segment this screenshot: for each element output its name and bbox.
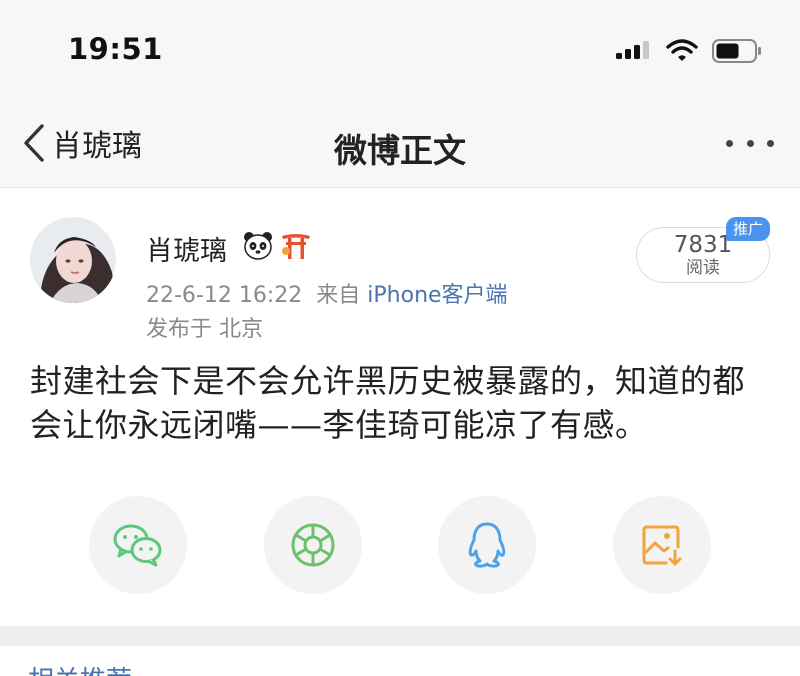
author-badges bbox=[242, 229, 312, 261]
chevron-left-icon bbox=[24, 124, 44, 162]
page-title: 微博正文 bbox=[334, 131, 466, 170]
read-label: 阅读 bbox=[686, 258, 720, 278]
related-title[interactable]: 相关推荐 bbox=[28, 660, 132, 676]
save-image-button[interactable] bbox=[613, 496, 711, 594]
save-image-icon bbox=[642, 525, 682, 566]
post-date: 22-6-12 16:22 bbox=[146, 283, 303, 308]
nav-bar: 肖琥璃 微博正文 bbox=[0, 100, 800, 188]
panda-icon bbox=[244, 232, 272, 260]
wechat-icon bbox=[113, 524, 162, 567]
share-wechat-button[interactable] bbox=[89, 496, 187, 594]
share-moments-button[interactable] bbox=[264, 496, 362, 594]
source-prefix: 来自 bbox=[316, 283, 361, 308]
back-label: 肖琥璃 bbox=[52, 129, 142, 164]
author-name[interactable]: 肖琥璃 bbox=[146, 229, 227, 268]
shrine-gate-icon bbox=[282, 234, 310, 259]
back-button[interactable]: 肖琥璃 bbox=[22, 120, 142, 166]
status-time: 19:51 bbox=[68, 32, 163, 66]
post-source[interactable]: iPhone客户端 bbox=[367, 283, 507, 308]
cellular-signal-icon bbox=[616, 41, 649, 59]
post-card: 肖琥璃 22-6-12 16:22 来自 iPhone客户端 发布于 北京 78… bbox=[0, 189, 800, 626]
section-divider bbox=[0, 626, 800, 646]
status-icons bbox=[616, 36, 762, 66]
share-row bbox=[0, 496, 800, 596]
share-qq-button[interactable] bbox=[438, 496, 536, 594]
related-section: 相关推荐 bbox=[0, 646, 800, 676]
post-body: 封建社会下是不会允许黑历史被暴露的，知道的都会让你永远闭嘴——李佳琦可能凉了有感… bbox=[30, 362, 746, 444]
wifi-icon bbox=[666, 39, 698, 61]
more-dots-icon[interactable] bbox=[726, 130, 774, 156]
post-location: 发布于 北京 bbox=[146, 317, 263, 342]
moments-icon bbox=[291, 523, 335, 567]
promo-tag[interactable]: 推广 bbox=[726, 217, 770, 241]
post-meta: 22-6-12 16:22 来自 iPhone客户端 bbox=[146, 277, 508, 309]
status-bar: 19:51 bbox=[0, 0, 800, 100]
qq-icon bbox=[468, 522, 506, 568]
avatar[interactable] bbox=[30, 217, 116, 303]
battery-icon bbox=[712, 39, 761, 63]
